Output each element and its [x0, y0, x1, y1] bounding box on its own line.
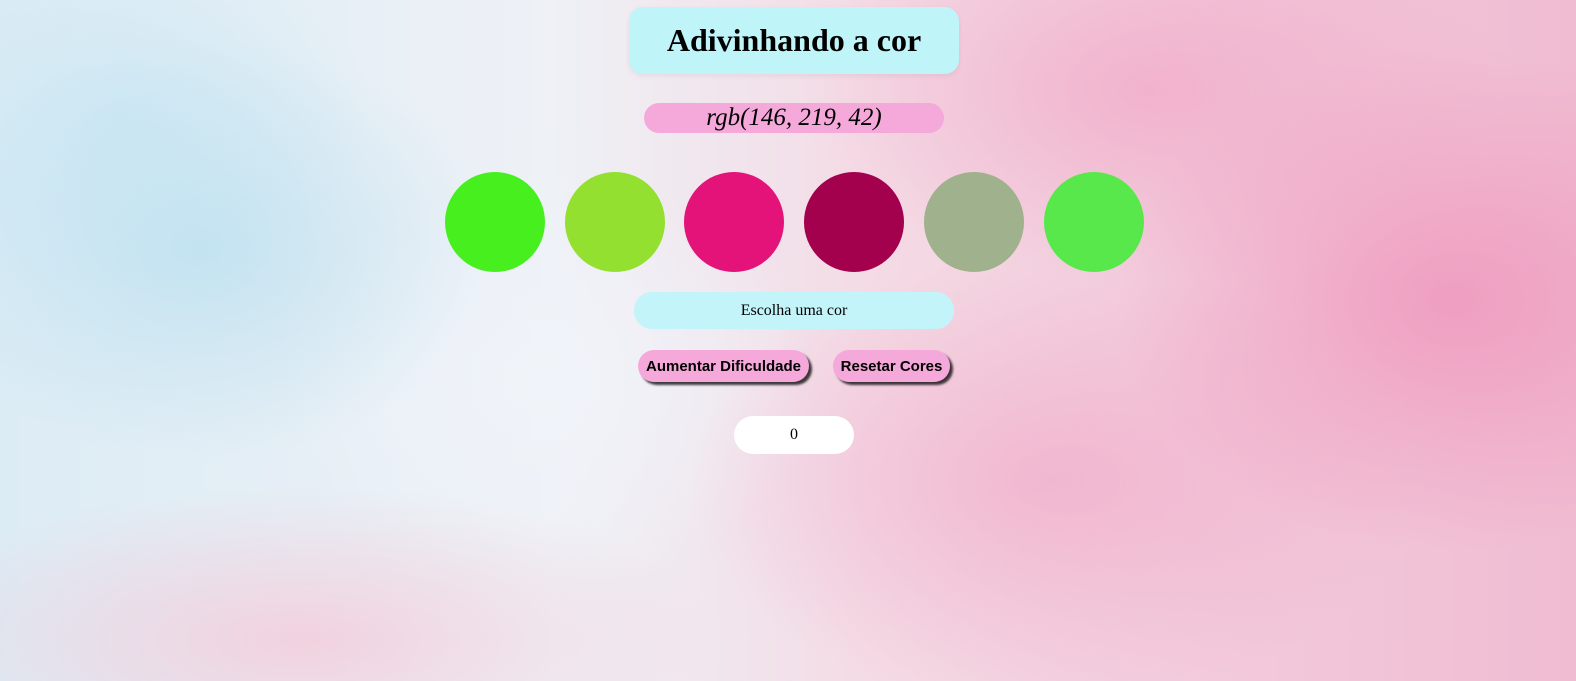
color-ball[interactable]	[684, 172, 784, 272]
color-ball[interactable]	[804, 172, 904, 272]
score-box: 0	[734, 416, 854, 454]
rgb-color-box: rgb(146, 219, 42)	[644, 103, 944, 133]
color-ball[interactable]	[565, 172, 665, 272]
increase-difficulty-button[interactable]: Aumentar Dificuldade	[638, 350, 809, 382]
color-ball[interactable]	[924, 172, 1024, 272]
title-box: Adivinhando a cor	[629, 7, 959, 74]
color-ball[interactable]	[1044, 172, 1144, 272]
answer-text: Escolha uma cor	[740, 301, 848, 319]
reset-colors-button[interactable]: Resetar Cores	[833, 350, 950, 382]
page-title: Adivinhando a cor	[666, 22, 922, 58]
rgb-color-text: rgb(146, 219, 42)	[706, 104, 882, 131]
game-container: Adivinhando a cor rgb(146, 219, 42) Esco…	[0, 0, 1576, 681]
score-value: 0	[790, 426, 798, 443]
color-ball[interactable]	[445, 172, 545, 272]
answer-box: Escolha uma cor	[634, 292, 954, 329]
